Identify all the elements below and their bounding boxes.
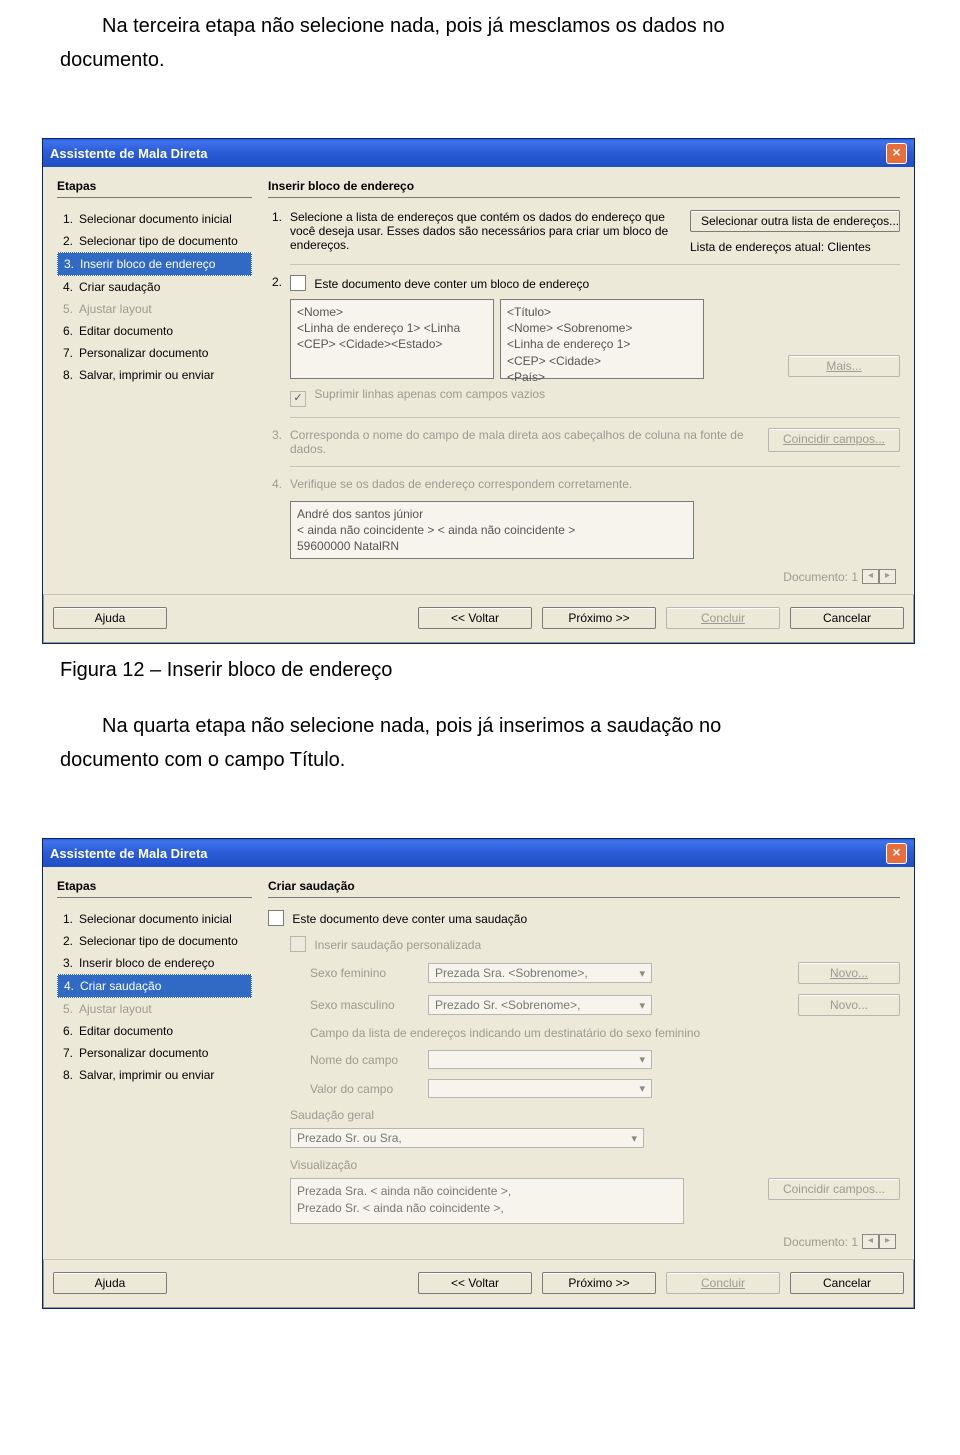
step-7[interactable]: 7.Personalizar documento <box>57 1042 252 1064</box>
step-7[interactable]: 7.Personalizar documento <box>57 342 252 364</box>
paragraph-2b: documento com o campo Título. <box>60 744 910 776</box>
salutation-checkbox-label: Este documento deve conter uma saudação <box>292 912 527 926</box>
document-counter: Documento: 1 ◂ ▸ <box>268 1234 896 1249</box>
next-button[interactable]: Próximo >> <box>542 1272 656 1294</box>
gender-note: Campo da lista de endereços indicando um… <box>310 1026 900 1040</box>
back-button[interactable]: << Voltar <box>418 1272 532 1294</box>
male-label: Sexo masculino <box>310 998 420 1012</box>
main-header: Inserir bloco de endereço <box>268 179 900 198</box>
chevron-down-icon: ▾ <box>631 1132 637 1145</box>
back-button[interactable]: << Voltar <box>418 607 532 629</box>
help-button[interactable]: Ajuda <box>53 607 167 629</box>
preview-box: Prezada Sra. < ainda não coincidente >, … <box>290 1178 684 1224</box>
field-name-label: Nome do campo <box>310 1053 420 1067</box>
step-1[interactable]: 1.Selecionar documento inicial <box>57 908 252 930</box>
wizard-window-address: Assistente de Mala Direta × Etapas 1.Sel… <box>42 138 915 644</box>
step4-text: Verifique se os dados de endereço corres… <box>290 477 900 491</box>
prev-doc-button[interactable]: ◂ <box>862 1234 879 1249</box>
help-button[interactable]: Ajuda <box>53 1272 167 1294</box>
next-doc-button[interactable]: ▸ <box>879 569 896 584</box>
personal-checkbox-label: Inserir saudação personalizada <box>314 938 481 952</box>
window-title: Assistente de Mala Direta <box>50 146 208 161</box>
step-1[interactable]: 1.Selecionar documento inicial <box>57 208 252 230</box>
step-8[interactable]: 8.Salvar, imprimir ou enviar <box>57 364 252 386</box>
next-doc-button[interactable]: ▸ <box>879 1234 896 1249</box>
address-block-checkbox[interactable] <box>290 275 306 291</box>
step-4[interactable]: 4.Criar saudação <box>57 276 252 298</box>
prev-doc-button[interactable]: ◂ <box>862 569 879 584</box>
suppress-checkbox <box>290 391 306 407</box>
chevron-down-icon: ▾ <box>639 1082 645 1095</box>
step-3-selected[interactable]: 3.Inserir bloco de endereço <box>57 252 252 276</box>
step-3[interactable]: 3.Inserir bloco de endereço <box>57 952 252 974</box>
main-header: Criar saudação <box>268 879 900 898</box>
step1-text: Selecione a lista de endereços que conté… <box>290 210 682 254</box>
main-panel: Inserir bloco de endereço 1. Selecione a… <box>260 167 914 594</box>
cancel-button[interactable]: Cancelar <box>790 1272 904 1294</box>
field-value-label: Valor do campo <box>310 1082 420 1096</box>
paragraph-2a: Na quarta etapa não selecione nada, pois… <box>60 710 910 742</box>
figure-caption-1: Figura 12 – Inserir bloco de endereço <box>60 654 910 686</box>
finish-button: Concluir <box>666 607 780 629</box>
preview-label: Visualização <box>290 1158 900 1172</box>
step-6[interactable]: 6.Editar documento <box>57 1020 252 1042</box>
personal-checkbox <box>290 936 306 952</box>
paragraph-1b: documento. <box>60 44 910 76</box>
new-female-button: Novo... <box>798 962 900 984</box>
match-fields-button: Coincidir campos... <box>768 428 900 452</box>
step-5-disabled: 5.Ajustar layout <box>57 998 252 1020</box>
data-preview-box: André dos santos júnior < ainda não coin… <box>290 501 694 559</box>
title-bar[interactable]: Assistente de Mala Direta × <box>43 139 914 167</box>
match-fields-button: Coincidir campos... <box>768 1178 900 1200</box>
finish-button: Concluir <box>666 1272 780 1294</box>
steps-header: Etapas <box>57 179 252 198</box>
next-button[interactable]: Próximo >> <box>542 607 656 629</box>
field-name-combo: ▾ <box>428 1050 652 1069</box>
chevron-down-icon: ▾ <box>639 967 645 980</box>
step-2[interactable]: 2.Selecionar tipo de documento <box>57 930 252 952</box>
checkbox-label: Este documento deve conter um bloco de e… <box>314 277 589 291</box>
paragraph-1a: Na terceira etapa não selecione nada, po… <box>60 10 910 42</box>
female-combo: Prezada Sra. <Sobrenome>,▾ <box>428 963 652 983</box>
step-6[interactable]: 6.Editar documento <box>57 320 252 342</box>
new-male-button: Novo... <box>798 994 900 1016</box>
current-list-label: Lista de endereços atual: Clientes <box>690 240 900 254</box>
format-option-b[interactable]: <Título> <Nome> <Sobrenome> <Linha de en… <box>500 299 704 379</box>
steps-panel: Etapas 1.Selecionar documento inicial 2.… <box>43 167 260 594</box>
cancel-button[interactable]: Cancelar <box>790 607 904 629</box>
field-value-combo: ▾ <box>428 1079 652 1098</box>
close-button[interactable]: × <box>886 143 907 164</box>
general-label: Saudação geral <box>290 1108 900 1122</box>
salutation-checkbox[interactable] <box>268 910 284 926</box>
suppress-label: Suprimir linhas apenas com campos vazios <box>314 387 545 401</box>
female-label: Sexo feminino <box>310 966 420 980</box>
main-panel: Criar saudação Este documento deve conte… <box>260 867 914 1259</box>
male-combo: Prezado Sr. <Sobrenome>,▾ <box>428 995 652 1015</box>
step-5-disabled: 5.Ajustar layout <box>57 298 252 320</box>
chevron-down-icon: ▾ <box>639 1053 645 1066</box>
format-option-a[interactable]: <Nome> <Linha de endereço 1> <Linha <CEP… <box>290 299 494 379</box>
close-button[interactable]: × <box>886 843 907 864</box>
step-4-selected[interactable]: 4.Criar saudação <box>57 974 252 998</box>
more-button: Mais... <box>788 355 900 377</box>
chevron-down-icon: ▾ <box>639 999 645 1012</box>
step-8[interactable]: 8.Salvar, imprimir ou enviar <box>57 1064 252 1086</box>
wizard-window-salutation: Assistente de Mala Direta × Etapas 1.Sel… <box>42 838 915 1309</box>
steps-panel: Etapas 1.Selecionar documento inicial 2.… <box>43 867 260 1259</box>
document-counter: Documento: 1 ◂ ▸ <box>268 569 896 584</box>
select-list-button[interactable]: Selecionar outra lista de endereços... <box>690 210 900 232</box>
step-2[interactable]: 2.Selecionar tipo de documento <box>57 230 252 252</box>
step3-text: Corresponda o nome do campo de mala dire… <box>290 428 760 456</box>
window-title: Assistente de Mala Direta <box>50 846 208 861</box>
title-bar[interactable]: Assistente de Mala Direta × <box>43 839 914 867</box>
steps-header: Etapas <box>57 879 252 898</box>
general-combo: Prezado Sr. ou Sra,▾ <box>290 1128 644 1148</box>
